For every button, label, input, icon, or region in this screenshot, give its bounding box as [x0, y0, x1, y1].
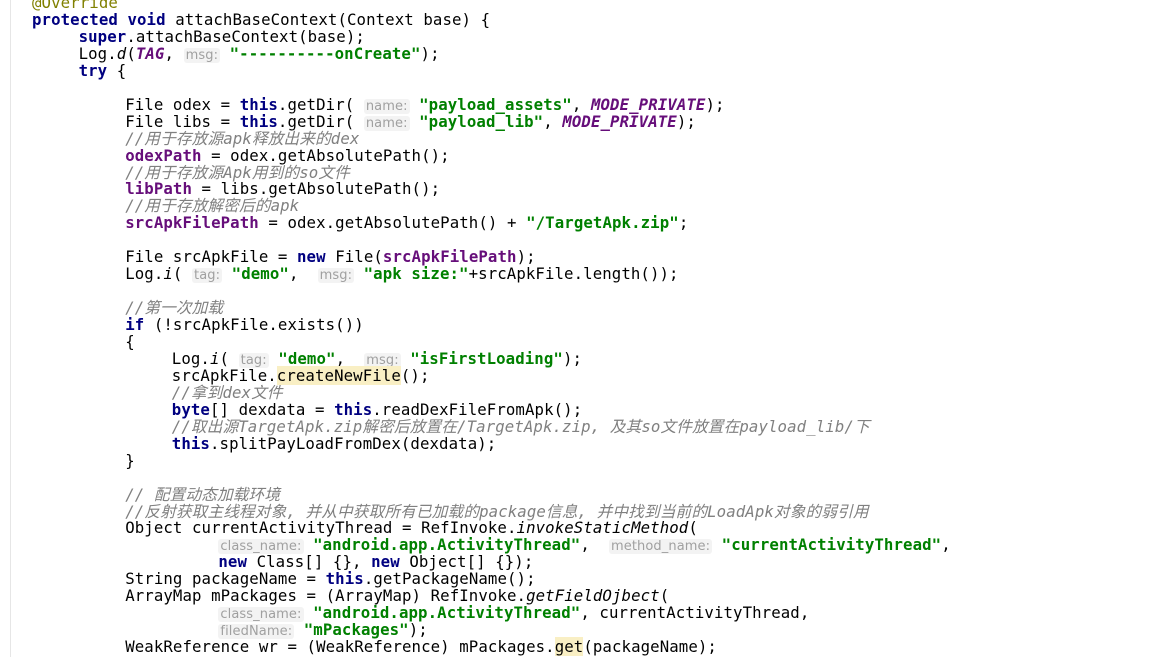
code-token: , — [164, 43, 184, 63]
code-line[interactable]: WeakReference wr = (WeakReference) mPack… — [125, 637, 717, 657]
code-editor[interactable]: @Override protected void attachBaseContex… — [0, 0, 1152, 657]
code-line[interactable]: try { — [79, 62, 127, 79]
code-token: = odex.getAbsolutePath() + — [258, 213, 527, 233]
code-line[interactable]: Object currentActivityThread = RefInvoke… — [125, 519, 698, 536]
code-token: { — [125, 332, 135, 351]
code-token: , — [941, 535, 951, 555]
code-token: } — [125, 450, 135, 470]
code-line[interactable]: ArrayMap mPackages = (ArrayMap) RefInvok… — [125, 587, 669, 604]
code-line[interactable]: //反射获取主线程对象, 并从中获取所有已加载的package信息, 并中找到当… — [125, 503, 868, 520]
code-line[interactable]: File libs = this.getDir( name: "payload_… — [125, 111, 696, 131]
code-line[interactable]: File srcApkFile = new File(srcApkFilePat… — [125, 248, 535, 265]
highlighted-token: get — [554, 637, 584, 657]
code-token: ); — [562, 348, 583, 368]
code-line[interactable]: //拿到dex文件 — [172, 384, 283, 401]
code-line[interactable]: if (!srcApkFile.exists()) — [125, 316, 364, 333]
code-line[interactable]: String packageName = this.getPackageName… — [125, 570, 535, 587]
string-literal: "isFirstLoading" — [410, 348, 563, 368]
param-hint: msg: — [317, 268, 355, 284]
code-token: +srcApkFile.length()); — [468, 264, 679, 284]
keyword: this — [171, 433, 210, 453]
code-token: Log. — [125, 264, 164, 284]
code-line[interactable]: new Class[] {}, new Object[] {}); — [218, 553, 533, 570]
param-hint: name: — [363, 115, 410, 131]
code-line[interactable]: //用于存放解密后的apk — [125, 197, 299, 214]
code-line[interactable]: Log.d(TAG, msg: "----------onCreate"); — [79, 43, 440, 63]
code-line[interactable]: Log.i( tag: "demo", msg: "isFirstLoading… — [172, 348, 583, 368]
code-token: , currentActivityThread, — [580, 603, 810, 623]
param-hint: name: — [363, 98, 410, 114]
code-token: ( — [172, 264, 193, 284]
code-line[interactable]: libPath = libs.getAbsolutePath(); — [125, 180, 440, 197]
code-token: ); — [676, 111, 696, 131]
code-line[interactable]: srcApkFile.createNewFile(); — [172, 365, 430, 385]
param-hint: method_name: — [608, 539, 713, 555]
string-literal: "demo" — [231, 264, 289, 284]
param-hint: class_name: — [218, 607, 304, 623]
code-token: ( — [688, 518, 698, 538]
code-line[interactable]: filedName: "mPackages"); — [218, 621, 428, 640]
code-line[interactable]: odexPath = odex.getAbsolutePath(); — [125, 147, 450, 164]
code-token: ); — [420, 43, 440, 63]
code-line[interactable]: { — [125, 333, 135, 350]
field: srcApkFilePath — [125, 213, 259, 233]
code-line[interactable]: class_name: "android.app.ActivityThread"… — [218, 535, 951, 555]
string-literal: "apk size:" — [363, 264, 469, 284]
code-line[interactable]: srcApkFilePath = odex.getAbsolutePath() … — [125, 214, 688, 231]
code-line[interactable]: super.attachBaseContext(base); — [79, 28, 365, 45]
constant: TAG — [135, 43, 165, 63]
code-token: , — [288, 264, 318, 284]
code-line[interactable]: //用于存放源Apk用到的so文件 — [125, 164, 350, 181]
code-line[interactable]: class_name: "android.app.ActivityThread"… — [218, 603, 810, 623]
code-token: (packageName); — [583, 637, 717, 657]
code-line[interactable]: byte[] dexdata = this.readDexFileFromApk… — [172, 401, 582, 418]
code-line[interactable]: // 配置动态加载环境 — [125, 486, 280, 503]
string-literal: "currentActivityThread" — [721, 535, 942, 555]
code-line[interactable]: } — [125, 452, 135, 469]
code-token: (!srcApkFile.exists()) — [153, 315, 364, 335]
param-hint: tag: — [192, 268, 223, 284]
code-token: ( — [126, 43, 136, 63]
highlighted-token: createNewFile — [276, 365, 401, 385]
code-token: .splitPayLoadFromDex(dexdata); — [209, 433, 497, 453]
code-token: , — [543, 111, 563, 131]
code-token: { — [116, 60, 127, 80]
static-method: i — [163, 264, 173, 284]
string-literal: "/TargetApk.zip" — [526, 213, 679, 233]
code-line[interactable]: //取出源TargetApk.zip解密后放置在/TargetApk.zip, … — [172, 418, 870, 435]
string-literal: "payload_lib" — [419, 111, 544, 131]
code-line[interactable]: File odex = this.getDir( name: "payload_… — [125, 94, 725, 114]
keyword: try — [78, 60, 117, 80]
string-literal: "----------onCreate" — [229, 43, 421, 63]
code-token: WeakReference wr = (WeakReference) mPack… — [125, 637, 555, 657]
code-line[interactable]: this.splitPayLoadFromDex(dexdata); — [172, 435, 497, 452]
code-token: , — [580, 535, 609, 555]
code-line[interactable]: //第一次加载 — [125, 299, 223, 316]
code-line[interactable]: //用于存放源apk释放出来的dex — [125, 130, 359, 147]
code-token: ; — [678, 213, 689, 233]
code-line[interactable]: Log.i( tag: "demo", msg: "apk size:"+src… — [125, 264, 679, 284]
code-token: (); — [400, 365, 430, 385]
gutter-divider — [10, 0, 11, 657]
code-line[interactable]: protected void attachBaseContext(Context… — [32, 11, 490, 28]
code-token: ); — [705, 94, 725, 114]
constant: MODE_PRIVATE — [562, 111, 677, 131]
param-hint: msg: — [183, 47, 221, 63]
